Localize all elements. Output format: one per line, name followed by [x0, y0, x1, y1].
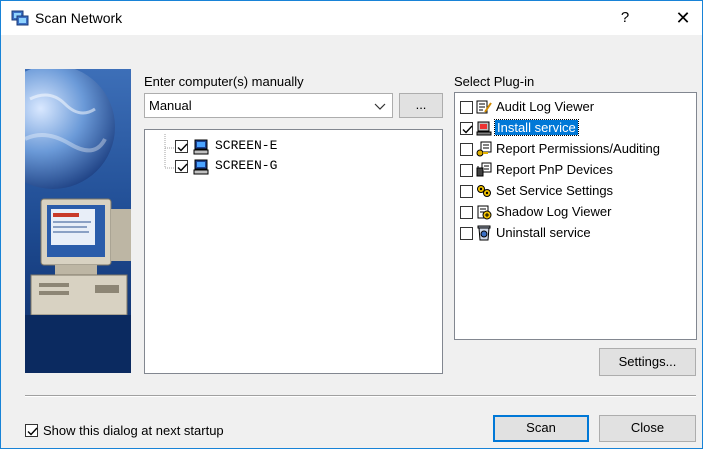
plugin-item[interactable]: Set Service Settings	[460, 182, 690, 202]
close-window-button[interactable]: ✕	[665, 4, 701, 32]
computer-icon	[193, 139, 209, 155]
show-at-startup-label: Show this dialog at next startup	[43, 423, 224, 438]
plugin-checkbox[interactable]	[460, 206, 473, 219]
tree-item-screen-g[interactable]: SCREEN-G	[175, 158, 375, 178]
window-title: Scan Network	[35, 10, 123, 26]
plugin-item[interactable]: Uninstall service	[460, 224, 690, 244]
plugin-label-text: Audit Log Viewer	[496, 99, 595, 114]
plugin-checkbox[interactable]	[460, 227, 473, 240]
audit-log-icon	[476, 100, 492, 114]
computer-name: SCREEN-E	[215, 138, 278, 153]
plugin-label-text: Uninstall service	[496, 225, 591, 240]
computer-name: SCREEN-G	[215, 158, 278, 173]
computer-tree[interactable]: SCREEN-E SCREEN-G	[144, 129, 443, 374]
show-at-startup-checkbox[interactable]	[25, 424, 38, 437]
report-pnp-icon	[476, 162, 492, 177]
network-illustration	[25, 69, 131, 373]
settings-button[interactable]: Settings...	[599, 348, 696, 376]
plugin-item[interactable]: Audit Log Viewer	[460, 98, 690, 118]
combo-value: Manual	[149, 98, 192, 113]
plugin-label-text: Shadow Log Viewer	[496, 204, 612, 219]
uninstall-service-icon	[477, 225, 491, 241]
close-button[interactable]: Close	[599, 415, 696, 442]
computer-source-combo[interactable]: Manual	[144, 93, 393, 118]
chevron-down-icon	[374, 103, 386, 110]
install-service-icon	[476, 121, 492, 136]
plugin-label-text: Set Service Settings	[496, 183, 614, 198]
plugin-item[interactable]: Shadow Log Viewer	[460, 203, 690, 223]
plugin-list[interactable]: Audit Log Viewer Install service Report …	[454, 92, 697, 340]
plugin-item[interactable]: Install service	[460, 119, 690, 139]
plugin-checkbox[interactable]	[460, 143, 473, 156]
computer-icon	[193, 159, 209, 175]
scan-network-dialog: Scan Network ? ✕ Enter computer(s) manua…	[0, 0, 703, 449]
separator	[25, 395, 696, 397]
scan-button[interactable]: Scan	[493, 415, 589, 442]
shadow-log-icon	[477, 205, 492, 220]
plugin-checkbox[interactable]	[460, 185, 473, 198]
plugin-label-text: Install service	[494, 119, 579, 136]
checkbox-screen-e[interactable]	[175, 140, 188, 153]
service-settings-icon	[477, 185, 491, 197]
checkbox-screen-g[interactable]	[175, 160, 188, 173]
browse-button[interactable]: ...	[399, 93, 443, 118]
plugin-label: Select Plug-in	[454, 74, 535, 89]
network-app-icon	[11, 10, 29, 26]
manual-entry-label: Enter computer(s) manually	[144, 74, 304, 89]
plugin-label-text: Report PnP Devices	[496, 162, 613, 177]
plugin-checkbox[interactable]	[460, 164, 473, 177]
title-bar[interactable]: Scan Network ? ✕	[1, 1, 702, 35]
plugin-item[interactable]: Report PnP Devices	[460, 161, 690, 181]
report-permissions-icon	[476, 141, 492, 157]
plugin-checkbox[interactable]	[460, 122, 473, 135]
plugin-label-text: Report Permissions/Auditing	[496, 141, 661, 156]
tree-item-screen-e[interactable]: SCREEN-E	[175, 138, 375, 158]
plugin-checkbox[interactable]	[460, 101, 473, 114]
help-button[interactable]: ?	[613, 7, 637, 29]
plugin-item[interactable]: Report Permissions/Auditing	[460, 140, 690, 160]
startup-checkbox-row[interactable]: Show this dialog at next startup	[25, 422, 285, 442]
